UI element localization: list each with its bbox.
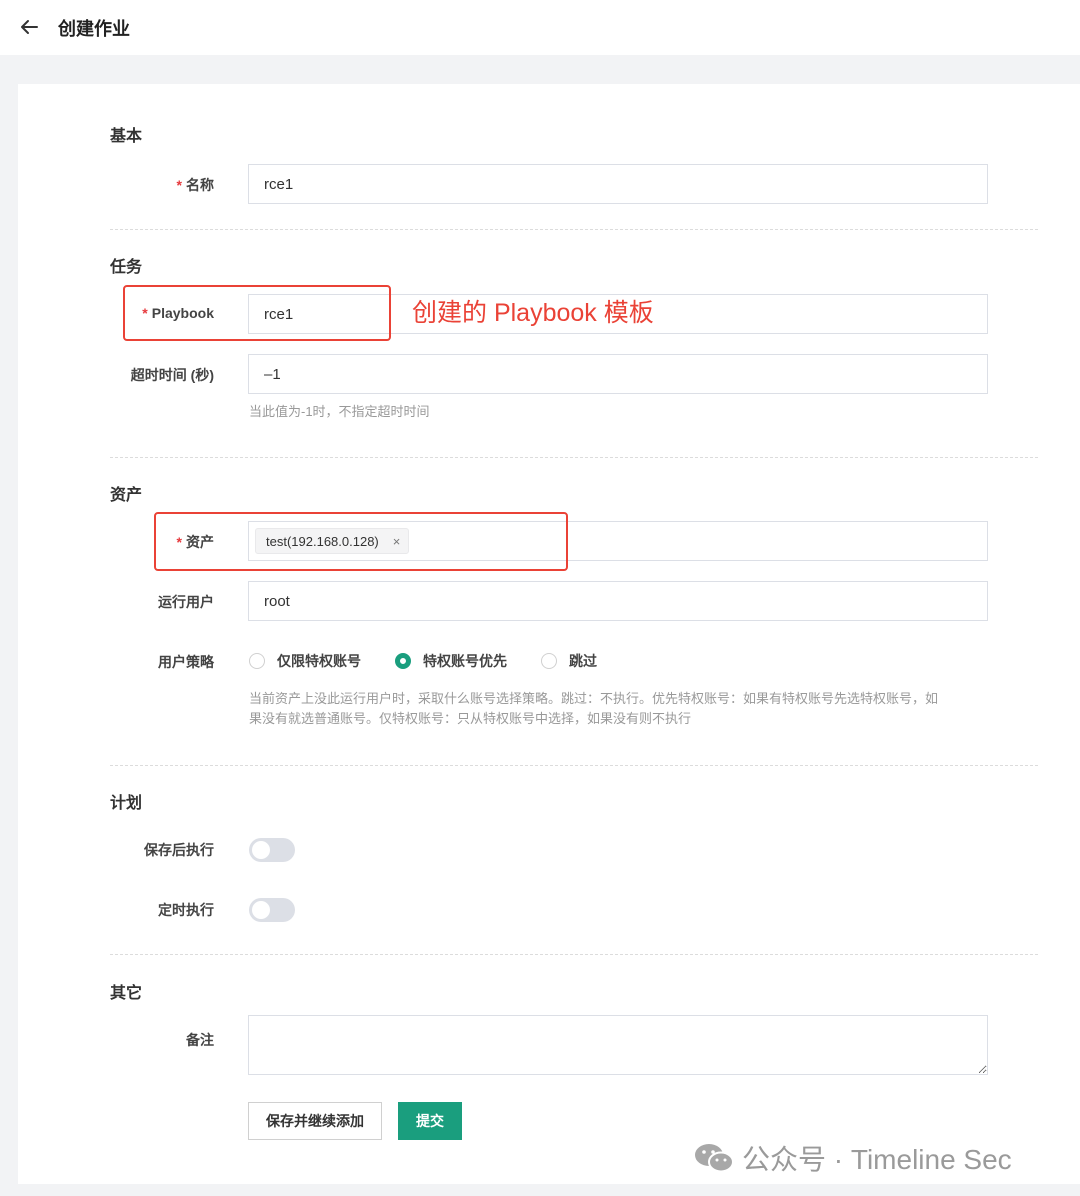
- submit-button[interactable]: 提交: [398, 1102, 462, 1140]
- scheduled-label: 定时执行: [158, 902, 214, 918]
- section-title-assets: 资产: [110, 487, 143, 504]
- policy-help-line-2: 果没有就选普通账号。仅特权账号：只从特权账号中选择，如果没有则不执行: [249, 711, 692, 726]
- run-after-save-label: 保存后执行: [144, 842, 214, 858]
- toggle-knob: [252, 841, 270, 859]
- timeout-label: 超时时间 (秒): [130, 367, 214, 383]
- comment-textarea[interactable]: [248, 1015, 988, 1075]
- name-label: * 名称: [176, 177, 214, 193]
- section-divider: [110, 954, 1038, 955]
- runas-input[interactable]: [248, 581, 988, 621]
- required-mark: *: [176, 177, 182, 193]
- section-title-other: 其它: [110, 985, 143, 1002]
- policy-label: 用户策略: [158, 654, 214, 670]
- section-divider: [110, 457, 1038, 458]
- timeout-input[interactable]: [248, 354, 988, 394]
- runas-label: 运行用户: [158, 594, 214, 610]
- page-title: 创建作业: [58, 19, 130, 39]
- radio-skip[interactable]: 跳过: [541, 651, 597, 671]
- name-input[interactable]: [248, 164, 988, 204]
- section-divider: [110, 765, 1038, 766]
- assets-highlight-box: [154, 512, 568, 571]
- section-divider: [110, 229, 1038, 230]
- toggle-knob: [252, 901, 270, 919]
- timeout-help-text: 当此值为-1时，不指定超时时间: [249, 404, 430, 419]
- save-and-continue-button[interactable]: 保存并继续添加: [248, 1102, 382, 1140]
- run-after-save-toggle[interactable]: [249, 838, 295, 862]
- section-title-basic: 基本: [110, 128, 143, 145]
- wechat-icon: [695, 1144, 734, 1173]
- policy-radio-group: 仅限特权账号 特权账号优先 跳过: [249, 651, 631, 671]
- radio-unchecked-icon: [249, 653, 265, 669]
- playbook-highlight-box: [123, 285, 391, 341]
- comment-label: 备注: [186, 1032, 214, 1048]
- radio-privileged-only[interactable]: 仅限特权账号: [249, 651, 361, 671]
- arrow-left-icon[interactable]: [18, 16, 40, 38]
- watermark: 公众号 · Timeline Sec: [694, 1138, 1012, 1178]
- radio-checked-icon: [395, 653, 411, 669]
- radio-unchecked-icon: [541, 653, 557, 669]
- playbook-annotation: 创建的 Playbook 模板: [412, 299, 654, 327]
- scheduled-toggle[interactable]: [249, 898, 295, 922]
- section-title-plan: 计划: [110, 795, 143, 812]
- radio-privileged-first[interactable]: 特权账号优先: [395, 651, 507, 671]
- form-card: 基本 *名称 任务 *Playbook 超时时间 (秒) 当此值为-1时，不指定…: [18, 84, 1080, 1184]
- policy-help-line-1: 当前资产上没此运行用户时，采取什么账号选择策略。跳过：不执行。优先特权账号：如果…: [249, 691, 939, 706]
- section-title-task: 任务: [110, 259, 143, 276]
- top-bar: 创建作业: [0, 0, 1080, 55]
